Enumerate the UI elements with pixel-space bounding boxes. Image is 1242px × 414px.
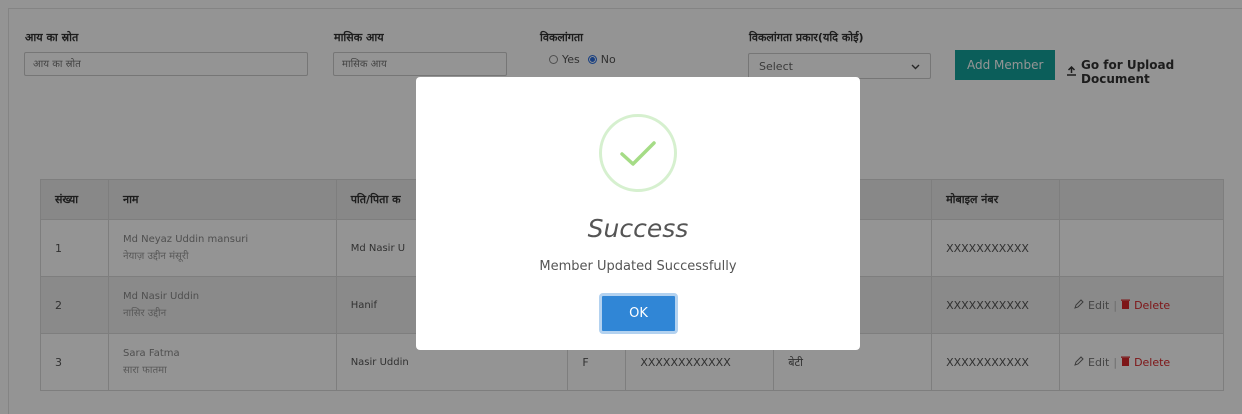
ok-button[interactable]: OK xyxy=(599,293,678,334)
success-dialog: Success Member Updated Successfully OK xyxy=(416,77,860,350)
dialog-title: Success xyxy=(587,214,689,243)
success-check-icon xyxy=(599,114,677,192)
dialog-message: Member Updated Successfully xyxy=(539,259,737,274)
